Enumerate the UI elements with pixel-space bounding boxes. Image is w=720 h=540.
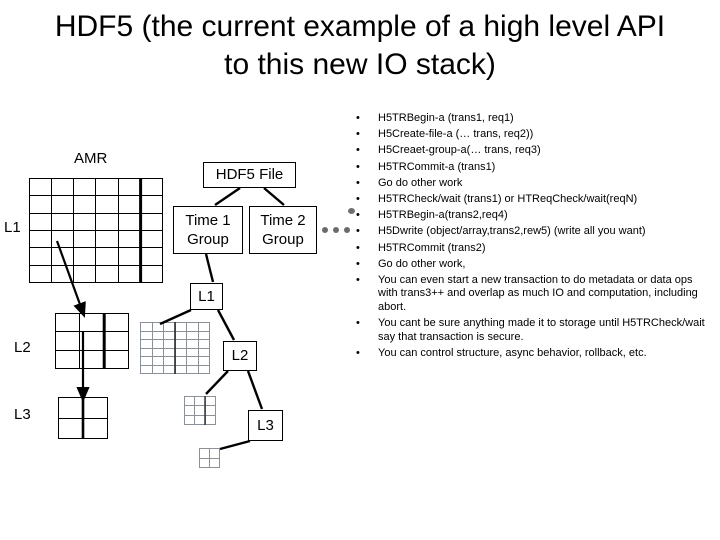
list-item: • H5TRCheck/wait (trans1) or HTReqCheck/…	[348, 193, 716, 207]
list-item-text: You can even start a new transaction to …	[378, 273, 698, 314]
list-item-text: You cant be sure anything made it to sto…	[378, 317, 705, 343]
list-item: • You can even start a new transaction t…	[348, 274, 716, 315]
list-item-text: H5Dwrite (object/array,trans2,rew5) (wri…	[378, 225, 646, 238]
bullet-marker-icon: •	[356, 176, 360, 189]
list-item-text: H5Create-file-a (… trans, req2))	[378, 128, 534, 141]
bullet-marker-icon: •	[356, 112, 360, 124]
list-item: • You can control structure, async behav…	[348, 347, 716, 361]
list-item-text: Go do other work,	[378, 257, 466, 270]
list-item-text: You can control structure, async behavio…	[378, 347, 647, 360]
bullet-marker-icon: •	[356, 225, 360, 238]
list-item: • You cant be sure anything made it to s…	[348, 317, 716, 344]
list-item-text: H5TRCommit-a (trans1)	[378, 160, 496, 173]
list-item-text: H5TRBegin-a(trans2,req4)	[378, 209, 508, 222]
bullet-marker-icon: •	[356, 257, 360, 270]
list-item: • H5TRCommit-a (trans1)	[348, 161, 716, 175]
list-item: • Go do other work	[348, 177, 716, 191]
list-item: • H5TRCommit (trans2)	[348, 242, 716, 256]
diagram-connectors	[55, 178, 285, 451]
list-item: • H5Creaet-group-a(… trans, req3)	[348, 144, 716, 158]
bullet-marker-icon: •	[356, 144, 360, 157]
bullet-marker-icon: •	[356, 273, 360, 286]
list-item: • H5Dwrite (object/array,trans2,rew5) (w…	[348, 225, 716, 239]
list-item: • H5TRBegin-a (trans1, req1)	[348, 112, 716, 126]
bullet-marker-icon: •	[356, 241, 360, 254]
bullet-list: • H5TRBegin-a (trans1, req1) • H5Create-…	[348, 112, 716, 363]
list-item: • H5Create-file-a (… trans, req2))	[348, 128, 716, 142]
amr-hdf5-diagram: AMR L1 L2 L3 HDF5 File Time 1 Group Time…	[0, 100, 350, 500]
list-item-text: H5Creaet-group-a(… trans, req3)	[378, 144, 541, 157]
bullet-marker-icon: •	[356, 128, 360, 141]
bullet-marker-icon: •	[356, 160, 360, 173]
list-item: • Go do other work,	[348, 258, 716, 272]
list-item-text: Go do other work	[378, 176, 463, 189]
bullet-marker-icon: •	[356, 347, 360, 360]
bullet-marker-icon: •	[356, 192, 360, 205]
bullet-marker-icon: •	[356, 209, 360, 222]
list-item-text: H5TRCommit (trans2)	[378, 241, 486, 254]
list-item-text: H5TRBegin-a (trans1, req1)	[378, 112, 514, 124]
bullet-marker-icon: •	[356, 317, 360, 330]
list-item: • H5TRBegin-a(trans2,req4)	[348, 209, 716, 223]
page-title: HDF5 (the current example of a high leve…	[54, 10, 666, 81]
list-item-text: H5TRCheck/wait (trans1) or HTReqCheck/wa…	[378, 192, 638, 205]
